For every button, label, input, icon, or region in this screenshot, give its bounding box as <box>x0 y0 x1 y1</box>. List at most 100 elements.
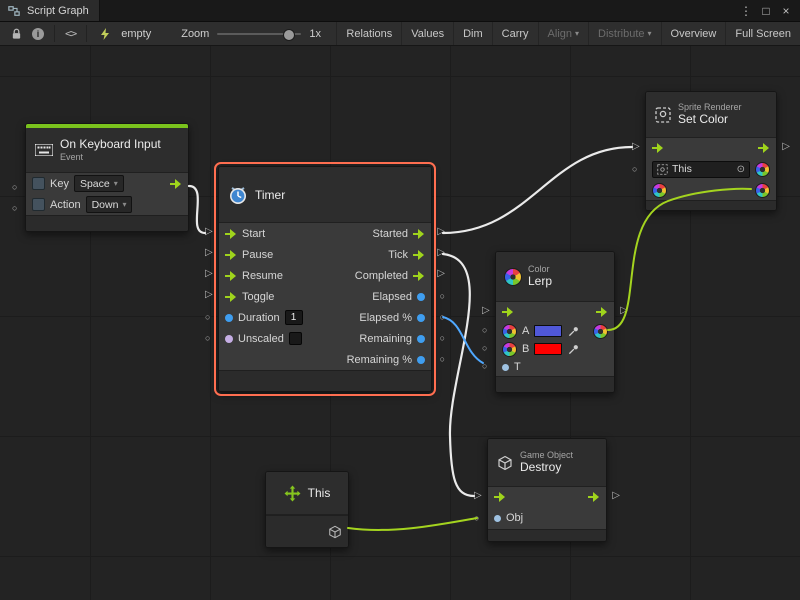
action-dropdown[interactable]: Down ▾ <box>86 196 133 213</box>
port-start-arrow[interactable] <box>225 229 237 239</box>
object-picker-icon[interactable]: ⊙ <box>737 164 745 175</box>
input-port-pause[interactable]: ▷ <box>205 248 213 258</box>
close-icon[interactable]: × <box>778 3 794 19</box>
carry-button[interactable]: Carry <box>492 22 538 45</box>
output-port-flow[interactable]: ▷ <box>612 491 620 501</box>
node-set-color[interactable]: Sprite Renderer Set Color This ⊙ <box>645 91 777 211</box>
graph-canvas[interactable]: On Keyboard Input Event Key Space ▾ Acti… <box>0 46 800 600</box>
port-label-t: T <box>514 361 521 373</box>
fullscreen-button[interactable]: Full Screen <box>725 22 800 45</box>
port-completed-arrow[interactable] <box>413 271 425 281</box>
flow-out-arrow[interactable] <box>758 143 770 153</box>
input-port-start[interactable]: ▷ <box>205 227 213 237</box>
unscaled-checkbox[interactable] <box>289 332 302 345</box>
t-type-icon <box>502 364 509 371</box>
input-port-a[interactable]: ○ <box>482 325 487 335</box>
input-port-action[interactable]: ○ <box>12 203 17 213</box>
this-output-port[interactable] <box>327 524 342 539</box>
timer-icon <box>227 184 249 206</box>
wire-elapsedpct-to-t[interactable] <box>443 317 483 363</box>
eyedropper-icon[interactable] <box>567 343 579 355</box>
port-tick-arrow[interactable] <box>413 250 425 260</box>
port-remaining-dot[interactable] <box>417 335 425 343</box>
output-port-flow[interactable]: ▷ <box>782 142 790 152</box>
input-port-flow[interactable]: ▷ <box>632 142 640 152</box>
node-color-lerp[interactable]: Color Lerp A B <box>495 251 615 393</box>
duration-input[interactable]: 1 <box>285 310 303 325</box>
action-type-icon <box>32 198 45 211</box>
port-elapsed-pct-dot[interactable] <box>417 314 425 322</box>
port-label-tick: Tick <box>388 249 408 261</box>
tab-script-graph[interactable]: Script Graph <box>0 0 100 21</box>
color-a-swatch[interactable] <box>534 325 562 337</box>
node-timer[interactable]: Timer Start Started Pause Tick Resume Co… <box>218 166 432 392</box>
code-view-icon[interactable]: <> <box>65 27 76 40</box>
eyedropper-icon[interactable] <box>567 325 579 337</box>
wire-this-to-obj[interactable] <box>348 518 477 530</box>
node-destroy[interactable]: Game Object Destroy Obj ▷ ○ ▷ <box>487 438 607 542</box>
node-on-keyboard-input[interactable]: On Keyboard Input Event Key Space ▾ Acti… <box>25 123 189 232</box>
overview-button[interactable]: Overview <box>661 22 726 45</box>
zoom-slider-knob[interactable] <box>283 29 295 41</box>
target-out-color-port[interactable] <box>755 162 770 177</box>
output-port-remaining-pct[interactable]: ○ <box>440 354 445 364</box>
maximize-icon[interactable]: □ <box>758 3 774 19</box>
port-duration-dot[interactable] <box>225 314 233 322</box>
color-icon <box>504 268 522 286</box>
color-input-wheel-icon[interactable] <box>652 183 667 198</box>
input-port-resume[interactable]: ▷ <box>205 269 213 279</box>
info-icon[interactable]: i <box>32 28 44 40</box>
this-object-field[interactable]: This ⊙ <box>652 161 750 178</box>
port-remaining-pct-dot[interactable] <box>417 356 425 364</box>
align-dropdown[interactable]: Align▾ <box>538 22 588 45</box>
port-started-arrow[interactable] <box>413 229 425 239</box>
port-resume-arrow[interactable] <box>225 271 237 281</box>
trigger-out-arrow[interactable] <box>170 179 182 189</box>
wire-keyboard-to-timer-start[interactable] <box>189 186 205 233</box>
key-dropdown[interactable]: Space ▾ <box>74 175 124 192</box>
flow-in-arrow[interactable] <box>494 492 506 502</box>
port-elapsed-dot[interactable] <box>417 293 425 301</box>
input-port-this[interactable]: ○ <box>632 164 637 174</box>
port-pause-arrow[interactable] <box>225 250 237 260</box>
output-port-completed[interactable]: ▷ <box>437 269 445 279</box>
input-port-flow[interactable]: ▷ <box>474 491 482 501</box>
node-title: Lerp <box>528 275 552 289</box>
this-move-icon <box>284 484 302 502</box>
zoom-slider[interactable] <box>217 27 301 41</box>
relations-button[interactable]: Relations <box>336 22 401 45</box>
port-toggle-arrow[interactable] <box>225 292 237 302</box>
flow-in-arrow[interactable] <box>652 143 664 153</box>
flow-out-arrow[interactable] <box>588 492 600 502</box>
input-port-duration[interactable]: ○ <box>205 312 210 322</box>
window-menu-icon[interactable]: ⋮ <box>738 3 754 19</box>
port-label-remaining-pct: Remaining % <box>347 354 412 366</box>
input-port-key[interactable]: ○ <box>12 182 17 192</box>
sprite-renderer-icon <box>654 106 672 124</box>
values-button[interactable]: Values <box>401 22 453 45</box>
input-port-toggle[interactable]: ▷ <box>205 290 213 300</box>
output-port-elapsed[interactable]: ○ <box>440 291 445 301</box>
input-port-unscaled[interactable]: ○ <box>205 333 210 343</box>
tab-title: Script Graph <box>27 5 89 17</box>
port-unscaled-dot[interactable] <box>225 335 233 343</box>
flow-out-arrow[interactable] <box>596 307 608 317</box>
keycode-type-icon <box>32 177 45 190</box>
graph-reference-label[interactable]: empty <box>121 28 151 40</box>
output-port-remaining[interactable]: ○ <box>440 333 445 343</box>
port-label-toggle: Toggle <box>242 291 274 303</box>
color-wrap-port[interactable] <box>755 183 770 198</box>
wire-tick-to-destroy[interactable] <box>443 254 474 496</box>
color-b-swatch[interactable] <box>534 343 562 355</box>
color-result-port[interactable] <box>593 324 608 339</box>
distribute-dropdown[interactable]: Distribute▾ <box>588 22 660 45</box>
node-this[interactable]: This <box>265 471 349 548</box>
input-port-b[interactable]: ○ <box>482 343 487 353</box>
port-label-obj: Obj <box>506 512 523 524</box>
input-port-flow[interactable]: ▷ <box>482 306 490 316</box>
wire-started-to-setcolor[interactable] <box>443 147 632 233</box>
dim-button[interactable]: Dim <box>453 22 492 45</box>
flow-in-arrow[interactable] <box>502 307 514 317</box>
chevron-down-icon: ▾ <box>114 179 118 188</box>
lock-icon[interactable] <box>8 26 24 42</box>
